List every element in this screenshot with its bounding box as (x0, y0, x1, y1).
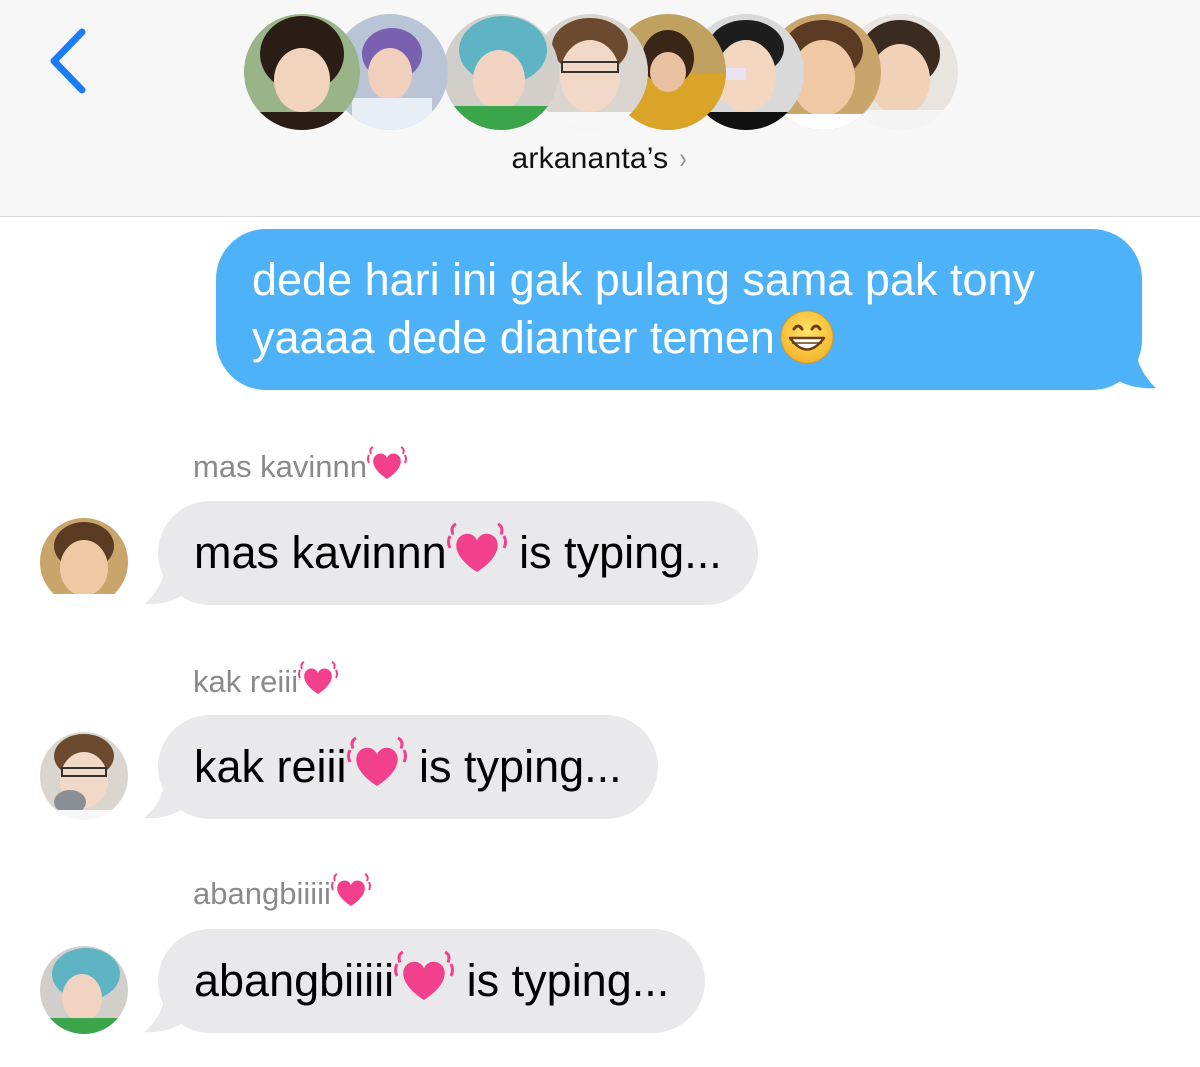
sender-name: abangbiiiii (193, 872, 371, 912)
chevron-right-icon: › (679, 142, 687, 175)
message-text: abangbiiiii (194, 955, 395, 1006)
group-name-label: arkananta’s (511, 142, 669, 175)
growing-heart-icon (346, 736, 407, 787)
back-button[interactable] (40, 24, 100, 104)
bubble-tail (1110, 340, 1156, 389)
growing-heart-icon (446, 522, 507, 573)
message-text: mas kavinnn (194, 527, 447, 578)
sender-name: kak reiii (193, 660, 339, 700)
growing-heart-icon (367, 445, 408, 479)
message-text-line: dede hari ini gak pulang sama pak tony (252, 254, 1036, 305)
growing-heart-icon (298, 660, 339, 694)
member-avatar (443, 14, 559, 130)
outgoing-message[interactable]: dede hari ini gak pulang sama pak tony y… (216, 229, 1142, 390)
incoming-message[interactable]: mas kavinnn is typing... (158, 501, 758, 605)
message-text-line: yaaaa dede dianter temen (252, 309, 1112, 367)
message-text: is typing... (454, 955, 670, 1006)
growing-heart-icon (394, 950, 455, 1001)
sender-name: mas kavinnn (193, 445, 408, 485)
sender-name-text: abangbiiiii (193, 876, 331, 911)
grinning-face-icon (780, 310, 834, 364)
sender-avatar[interactable] (40, 518, 128, 606)
message-text: yaaaa dede dianter temen (252, 312, 775, 363)
group-name[interactable]: arkananta’s › (0, 142, 1200, 176)
message-text: kak reiii (194, 741, 347, 792)
message-text: is typing... (406, 741, 622, 792)
sender-avatar[interactable] (40, 946, 128, 1034)
message-text: is typing... (506, 527, 722, 578)
incoming-message[interactable]: kak reiii is typing... (158, 715, 658, 819)
sender-name-text: kak reiii (193, 664, 299, 699)
sender-avatar[interactable] (40, 732, 128, 820)
growing-heart-icon (330, 872, 371, 906)
chevron-left-icon (50, 28, 86, 94)
incoming-message[interactable]: abangbiiiii is typing... (158, 929, 706, 1033)
member-avatar (244, 14, 360, 130)
sender-name-text: mas kavinnn (193, 449, 368, 484)
conversation-header: arkananta’s › (0, 0, 1200, 217)
